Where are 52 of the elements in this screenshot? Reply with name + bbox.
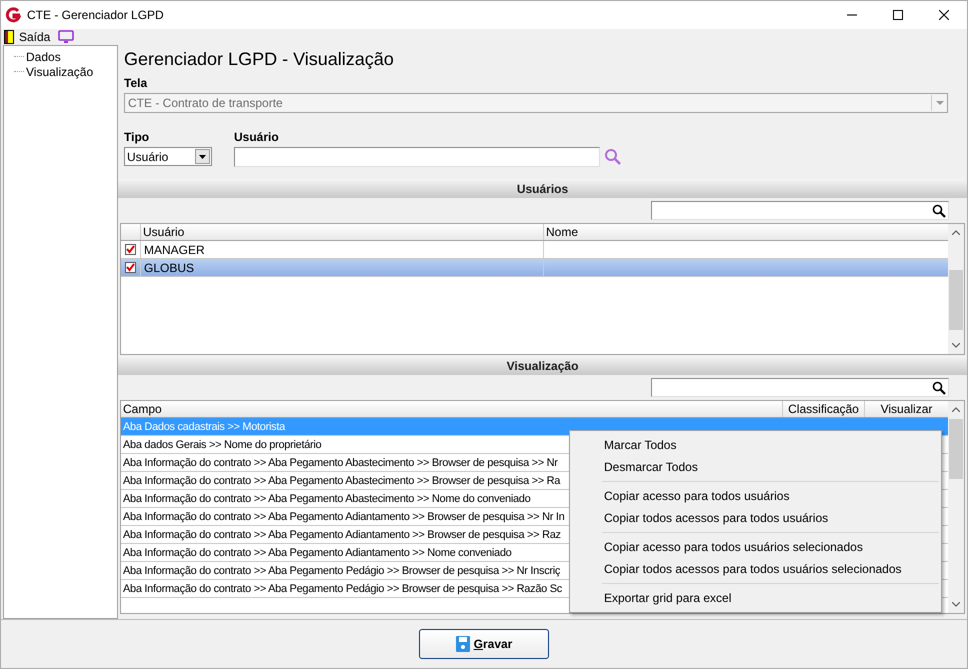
table-cell-text: Aba Informação do contrato >> Aba Pegamento Abastecimento >> Browser de pesquisa >> Ra bbox=[122, 474, 560, 489]
table-cell-text: Aba Informação do contrato >> Aba Pegamento Adiantamento >> Browser de pesquisa >> Nr In bbox=[122, 510, 564, 525]
chevron-up-icon[interactable] bbox=[952, 230, 960, 235]
column-header[interactable]: Campo bbox=[121, 401, 783, 417]
table-cell-text: Aba dados Gerais >> Nome do proprietário bbox=[122, 438, 322, 453]
table-cell: MANAGER bbox=[141, 241, 544, 258]
table-cell-text: Aba Informação do contrato >> Aba Pegamento Adiantamento >> Browser de pesquisa >> Raz bbox=[122, 528, 561, 543]
save-button[interactable]: Gravar bbox=[419, 629, 549, 659]
field-label: Usuário bbox=[234, 130, 280, 144]
filter-field[interactable] bbox=[651, 201, 949, 220]
menu-item[interactable]: Copiar todos acessos para todos usuários bbox=[602, 507, 939, 529]
window-title: CTE - Gerenciador LGPD bbox=[27, 7, 164, 24]
filter-field[interactable] bbox=[651, 378, 949, 397]
close-icon[interactable] bbox=[939, 10, 949, 20]
search-icon[interactable] bbox=[932, 204, 946, 218]
tree-item[interactable]: Visualização bbox=[24, 62, 96, 80]
door-icon[interactable] bbox=[4, 30, 14, 44]
search-icon[interactable] bbox=[932, 380, 946, 394]
type-dropdown[interactable]: Usuário bbox=[124, 147, 212, 166]
maximize-icon[interactable] bbox=[893, 10, 903, 20]
table-row[interactable]: GLOBUS bbox=[121, 259, 948, 277]
section-header: Visualização bbox=[118, 356, 967, 375]
scrollbar[interactable] bbox=[948, 224, 964, 354]
table-cell-text: Aba Informação do contrato >> Aba Pegamento Pedágio >> Browser de pesquisa >> Razão Sc bbox=[122, 582, 562, 597]
table-cell-text: Aba Informação do contrato >> Aba Pegamento Adiantamento >> Nome conveniado bbox=[122, 546, 512, 561]
chevron-down-icon[interactable] bbox=[952, 343, 960, 348]
monitor-icon[interactable] bbox=[58, 30, 74, 44]
chevron-up-icon[interactable] bbox=[952, 407, 960, 412]
page-heading: Gerenciador LGPD - Visualização bbox=[124, 48, 395, 71]
section-header: Usuários bbox=[118, 179, 967, 198]
scrollbar[interactable] bbox=[948, 401, 964, 613]
checkbox[interactable] bbox=[125, 262, 136, 273]
menu-item[interactable]: Marcar Todos bbox=[572, 434, 939, 456]
field-label: Tela bbox=[124, 76, 148, 90]
column-header[interactable]: Nome bbox=[544, 224, 948, 240]
screen-dropdown: CTE - Contrato de transporte bbox=[124, 93, 948, 113]
table-cell-text: Aba Informação do contrato >> Aba Pegamento Abastecimento >> Browser de pesquisa >> Nr bbox=[122, 456, 558, 471]
column-header[interactable]: Visualizar bbox=[865, 401, 948, 417]
user-input-field[interactable] bbox=[234, 147, 600, 167]
field-label: Tipo bbox=[124, 130, 150, 144]
tree-item[interactable]: Dados bbox=[24, 48, 63, 66]
table-row[interactable]: MANAGER bbox=[121, 241, 948, 259]
table-cell-text: Aba Dados cadastrais >> Motorista bbox=[122, 420, 285, 435]
table-cell-text: Aba Informação do contrato >> Aba Pegamento Abastecimento >> Nome do conveniado bbox=[122, 492, 530, 507]
column-header[interactable]: Classificação bbox=[783, 401, 865, 417]
table-cell: GLOBUS bbox=[141, 259, 544, 276]
column-header[interactable]: Usuário bbox=[141, 224, 544, 240]
checkbox[interactable] bbox=[125, 244, 136, 255]
chevron-down-icon[interactable] bbox=[952, 602, 960, 607]
table-cell-text: Aba Informação do contrato >> Aba Pegamento Pedágio >> Browser de pesquisa >> Nr Inscriç bbox=[122, 564, 560, 579]
app-logo-icon bbox=[5, 7, 21, 23]
dropdown-arrow-icon[interactable] bbox=[199, 154, 206, 158]
